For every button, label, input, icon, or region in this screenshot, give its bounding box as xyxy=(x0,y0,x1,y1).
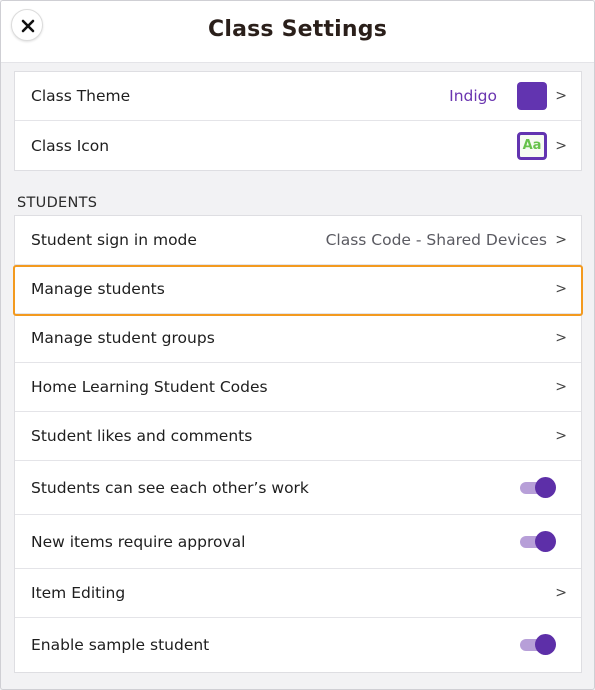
page-title: Class Settings xyxy=(207,17,388,42)
class-icon-label: Class Icon xyxy=(31,136,110,155)
theme-color-swatch xyxy=(517,82,547,110)
sample-student-toggle[interactable] xyxy=(520,634,556,656)
chevron-right-icon: > xyxy=(555,281,567,297)
class-theme-row[interactable]: Class Theme Indigo > xyxy=(15,72,581,121)
manage-student-groups-row[interactable]: Manage student groups > xyxy=(15,314,581,363)
chevron-right-icon: > xyxy=(555,428,567,444)
class-theme-label: Class Theme xyxy=(31,87,131,105)
chevron-right-icon: > xyxy=(555,137,567,154)
class-icon-preview: Aa xyxy=(517,131,547,160)
class-theme-value: Indigo xyxy=(449,87,497,105)
item-editing-row[interactable]: Item Editing > xyxy=(15,569,581,618)
home-learning-student-codes-row[interactable]: Home Learning Student Codes > xyxy=(15,363,581,412)
manage-students-row[interactable]: Manage students > xyxy=(15,265,581,314)
row-label: Home Learning Student Codes xyxy=(31,378,268,396)
chevron-right-icon: > xyxy=(555,232,567,248)
settings-panel: Class Settings Class Theme Indigo > Clas… xyxy=(0,0,595,690)
row-label: Student likes and comments xyxy=(31,427,253,445)
student-likes-comments-row[interactable]: Student likes and comments > xyxy=(15,412,581,461)
row-label: Students can see each other’s work xyxy=(31,478,309,497)
header: Class Settings xyxy=(1,1,594,63)
student-sign-in-mode-row[interactable]: Student sign in mode Class Code - Shared… xyxy=(15,216,581,265)
new-items-approval-toggle[interactable] xyxy=(520,530,556,553)
toggle-knob xyxy=(535,530,556,552)
see-each-others-work-toggle[interactable] xyxy=(520,476,556,499)
new-items-approval-row: New items require approval xyxy=(15,515,581,569)
row-label: Item Editing xyxy=(31,584,126,602)
chevron-right-icon: > xyxy=(555,88,567,104)
toggle-knob xyxy=(535,476,556,498)
see-each-others-work-row: Students can see each other’s work xyxy=(15,461,581,515)
chevron-right-icon: > xyxy=(555,330,567,346)
enable-sample-student-row: Enable sample student xyxy=(15,618,581,672)
section-heading-students: STUDENTS xyxy=(17,195,98,211)
toggle-knob xyxy=(535,634,556,655)
chevron-right-icon: > xyxy=(555,379,567,395)
row-label: Manage student groups xyxy=(31,329,215,347)
row-label: Enable sample student xyxy=(31,636,210,654)
row-label: Student sign in mode xyxy=(31,231,197,249)
class-icon-row[interactable]: Class Icon Aa > xyxy=(15,121,581,170)
sign-in-mode-value: Class Code - Shared Devices xyxy=(325,231,547,249)
row-label: New items require approval xyxy=(31,532,246,551)
appearance-card: Class Theme Indigo > Class Icon Aa > xyxy=(14,71,582,171)
chevron-right-icon: > xyxy=(555,585,567,601)
row-label: Manage students xyxy=(31,280,165,298)
students-card: Student sign in mode Class Code - Shared… xyxy=(14,215,582,673)
